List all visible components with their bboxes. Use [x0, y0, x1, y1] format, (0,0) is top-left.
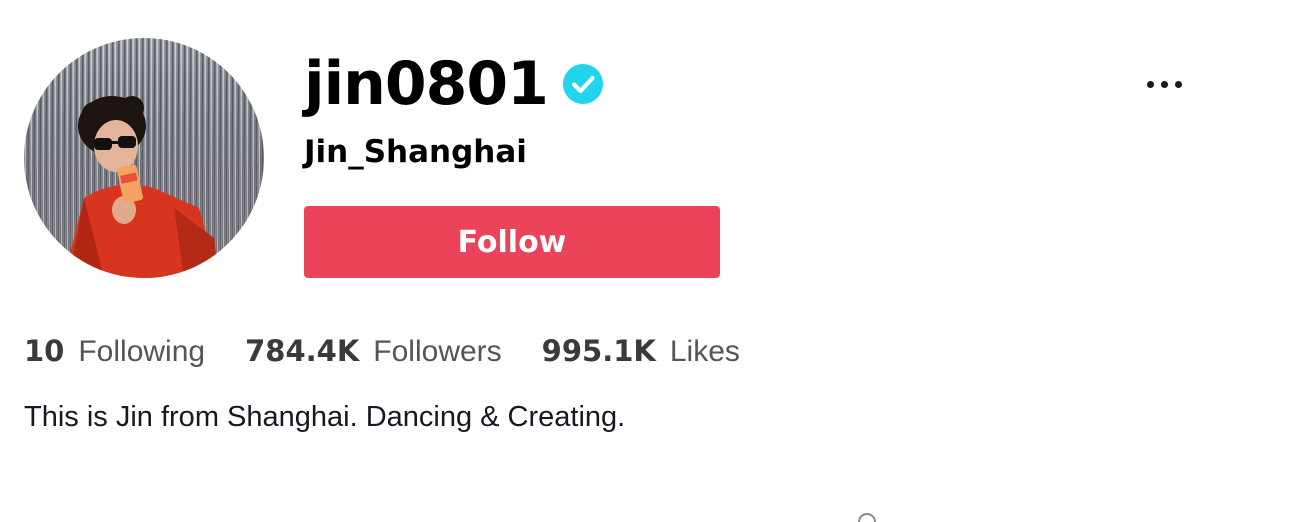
more-options-icon[interactable]: [1140, 70, 1188, 98]
more-dot: [1174, 80, 1182, 88]
profile-page: jin0801 Jin_Shanghai Follow 10 Following…: [0, 0, 1316, 522]
stats-row: 10 Following 784.4K Followers 995.1K Lik…: [24, 331, 780, 372]
followers-label: Followers: [373, 335, 502, 368]
likes-count: 995.1K: [541, 334, 656, 368]
verified-check-icon: [562, 63, 604, 105]
more-dot: [1146, 80, 1154, 88]
avatar[interactable]: [24, 38, 264, 278]
followers-count: 784.4K: [245, 334, 360, 368]
partial-icon: [858, 513, 876, 522]
profile-info: jin0801 Jin_Shanghai: [304, 52, 604, 172]
following-label: Following: [78, 335, 206, 368]
more-dot: [1160, 80, 1168, 88]
stat-following[interactable]: 10 Following: [24, 331, 205, 372]
follow-button[interactable]: Follow: [304, 206, 720, 278]
avatar-image: [24, 38, 264, 278]
likes-label: Likes: [669, 335, 740, 368]
stat-followers[interactable]: 784.4K Followers: [245, 331, 502, 372]
username: jin0801: [304, 49, 549, 119]
title-row: jin0801: [304, 52, 604, 116]
following-count: 10: [24, 334, 65, 368]
nickname: Jin_Shanghai: [304, 134, 527, 170]
bio: This is Jin from Shanghai. Dancing & Cre…: [24, 401, 626, 433]
stat-likes: 995.1K Likes: [542, 331, 740, 372]
